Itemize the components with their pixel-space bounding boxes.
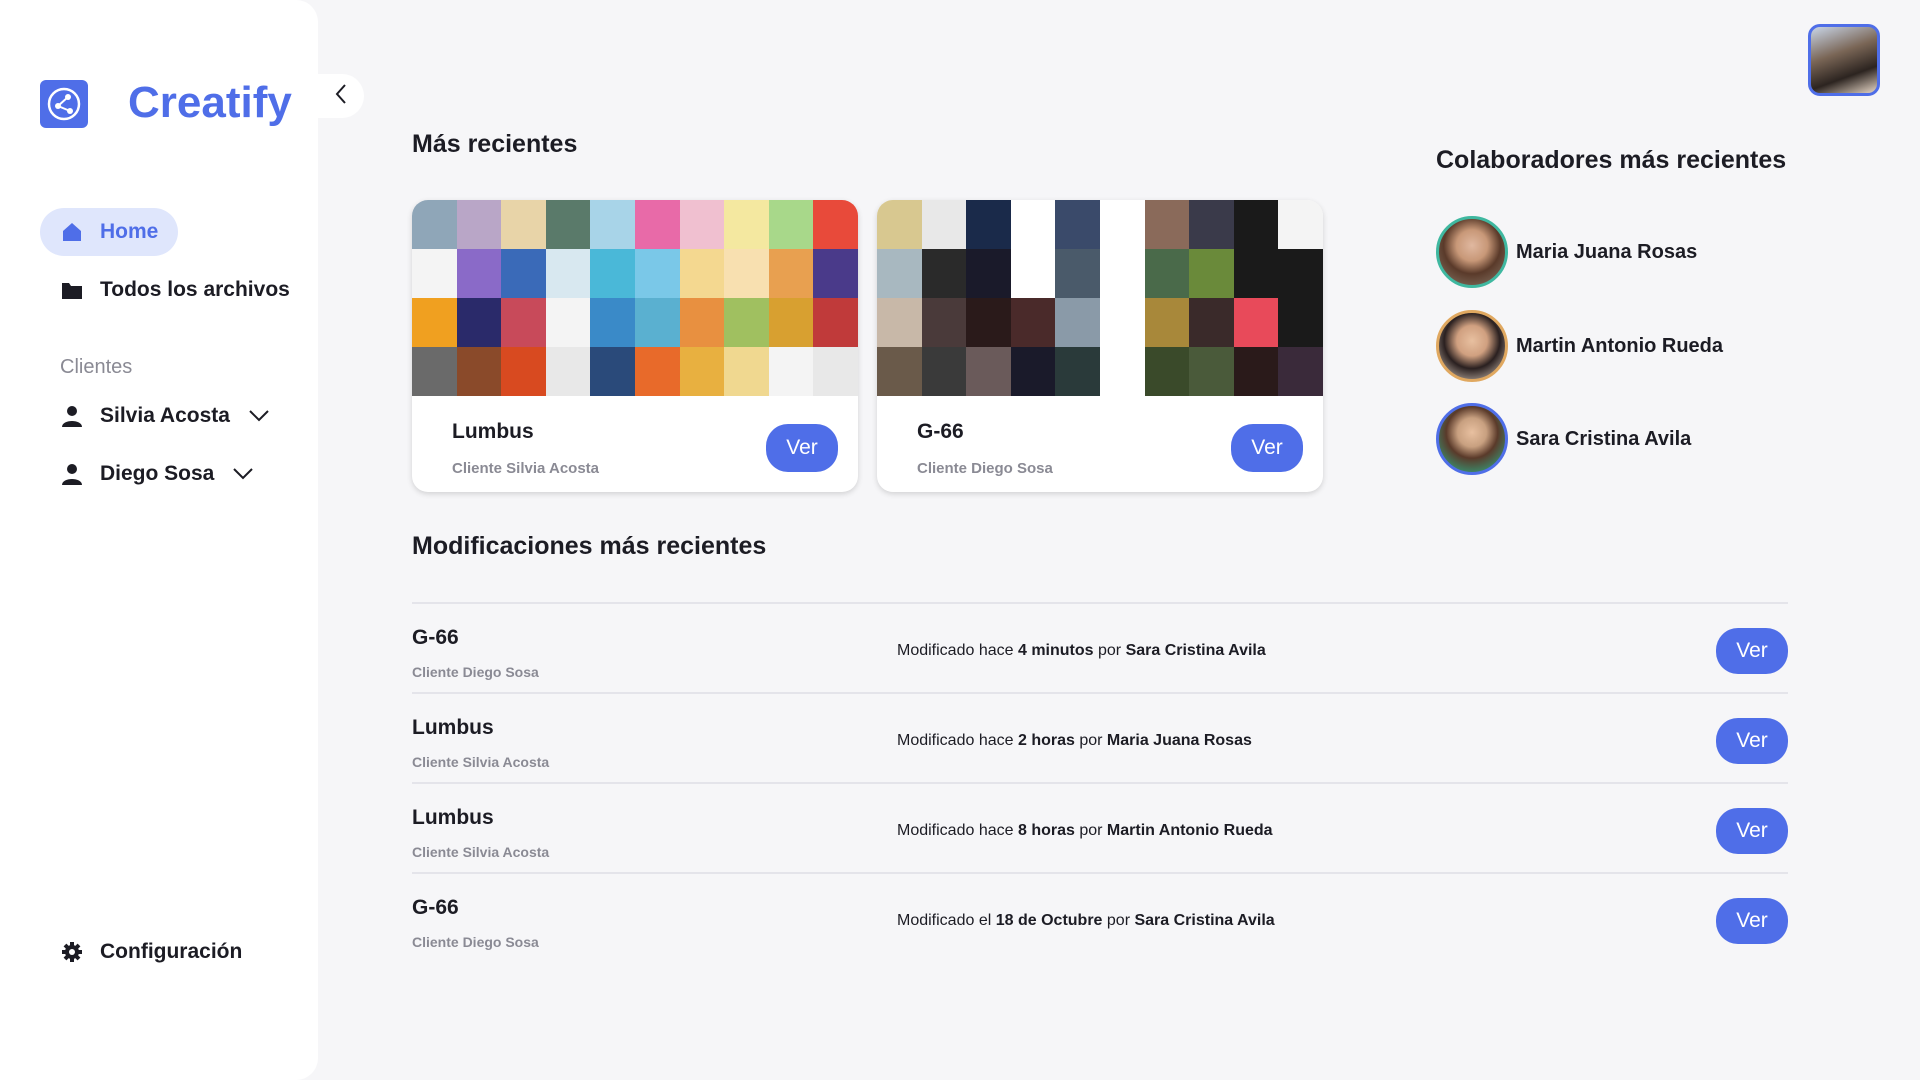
collaborator-item[interactable]: Maria Juana Rosas xyxy=(1436,216,1697,288)
modification-client: Cliente Diego Sosa xyxy=(412,934,539,950)
modifications-list: G-66 Cliente Diego Sosa Modificado hace … xyxy=(412,602,1788,962)
modification-row: Lumbus Cliente Silvia Acosta Modificado … xyxy=(412,692,1788,782)
user-icon xyxy=(60,404,84,428)
project-thumbnail xyxy=(412,200,858,396)
collapse-sidebar-button[interactable] xyxy=(318,74,364,118)
modification-info: Modificado hace 4 minutos por Sara Crist… xyxy=(897,642,1266,659)
project-card[interactable]: G-66 Cliente Diego Sosa Ver xyxy=(877,200,1323,492)
collaborator-name: Martin Antonio Rueda xyxy=(1516,334,1724,357)
sidebar: Creatify Home Todos los archivos Cliente… xyxy=(0,0,318,1080)
client-name: Silvia Acosta xyxy=(100,404,230,427)
view-button[interactable]: Ver xyxy=(1716,628,1788,674)
collaborator-item[interactable]: Martin Antonio Rueda xyxy=(1436,310,1723,382)
modification-title: Lumbus xyxy=(412,716,494,739)
clients-section-label: Clientes xyxy=(60,356,133,378)
modification-info: Modificado hace 2 horas por Maria Juana … xyxy=(897,732,1252,749)
chevron-left-icon xyxy=(334,83,348,110)
collaborator-name: Maria Juana Rosas xyxy=(1516,240,1698,263)
collaborators-heading: Colaboradores más recientes xyxy=(1436,146,1787,174)
collaborator-item[interactable]: Sara Cristina Avila xyxy=(1436,403,1691,475)
card-title: Lumbus xyxy=(452,420,534,443)
user-avatar[interactable] xyxy=(1808,24,1880,96)
folder-icon xyxy=(60,278,84,302)
modification-client: Cliente Silvia Acosta xyxy=(412,844,550,860)
modification-row: Lumbus Cliente Silvia Acosta Modificado … xyxy=(412,782,1788,872)
user-icon xyxy=(60,462,84,486)
view-button[interactable]: Ver xyxy=(1716,898,1788,944)
modification-info: Modificado el 18 de Octubre por Sara Cri… xyxy=(897,912,1275,929)
modification-info: Modificado hace 8 horas por Martin Anton… xyxy=(897,822,1273,839)
client-item-diego[interactable]: Diego Sosa xyxy=(40,450,274,498)
nav-home-label: Home xyxy=(100,220,159,243)
view-button[interactable]: Ver xyxy=(766,424,838,472)
project-thumbnail xyxy=(877,200,1323,396)
logo-icon xyxy=(40,80,88,128)
client-item-silvia[interactable]: Silvia Acosta xyxy=(40,392,290,440)
modification-row: G-66 Cliente Diego Sosa Modificado el 18… xyxy=(412,872,1788,962)
modification-row: G-66 Cliente Diego Sosa Modificado hace … xyxy=(412,602,1788,692)
view-button[interactable]: Ver xyxy=(1716,718,1788,764)
home-icon xyxy=(60,220,84,244)
chevron-down-icon[interactable] xyxy=(248,409,270,423)
modification-client: Cliente Diego Sosa xyxy=(412,664,539,680)
card-client: Cliente Diego Sosa xyxy=(917,460,1053,477)
nav-all-files-label: Todos los archivos xyxy=(100,278,290,301)
modification-title: G-66 xyxy=(412,896,459,919)
recent-heading: Más recientes xyxy=(412,130,578,158)
avatar xyxy=(1436,310,1508,382)
nav-all-files[interactable]: Todos los archivos xyxy=(40,266,310,314)
nav-configuration-label: Configuración xyxy=(100,940,243,963)
nav-configuration[interactable]: Configuración xyxy=(40,928,262,976)
avatar xyxy=(1436,403,1508,475)
chevron-down-icon[interactable] xyxy=(232,467,254,481)
card-title: G-66 xyxy=(917,420,964,443)
client-name: Diego Sosa xyxy=(100,462,215,485)
modifications-heading: Modificaciones más recientes xyxy=(412,532,767,560)
view-button[interactable]: Ver xyxy=(1231,424,1303,472)
modification-title: Lumbus xyxy=(412,806,494,829)
modification-client: Cliente Silvia Acosta xyxy=(412,754,550,770)
app-logo-text: Creatify xyxy=(128,78,292,127)
card-client: Cliente Silvia Acosta xyxy=(452,460,599,477)
view-button[interactable]: Ver xyxy=(1716,808,1788,854)
modification-title: G-66 xyxy=(412,626,459,649)
avatar xyxy=(1436,216,1508,288)
gear-icon xyxy=(60,940,84,964)
nav-home[interactable]: Home xyxy=(40,208,179,256)
project-card[interactable]: Lumbus Cliente Silvia Acosta Ver xyxy=(412,200,858,492)
collaborator-name: Sara Cristina Avila xyxy=(1516,427,1692,450)
